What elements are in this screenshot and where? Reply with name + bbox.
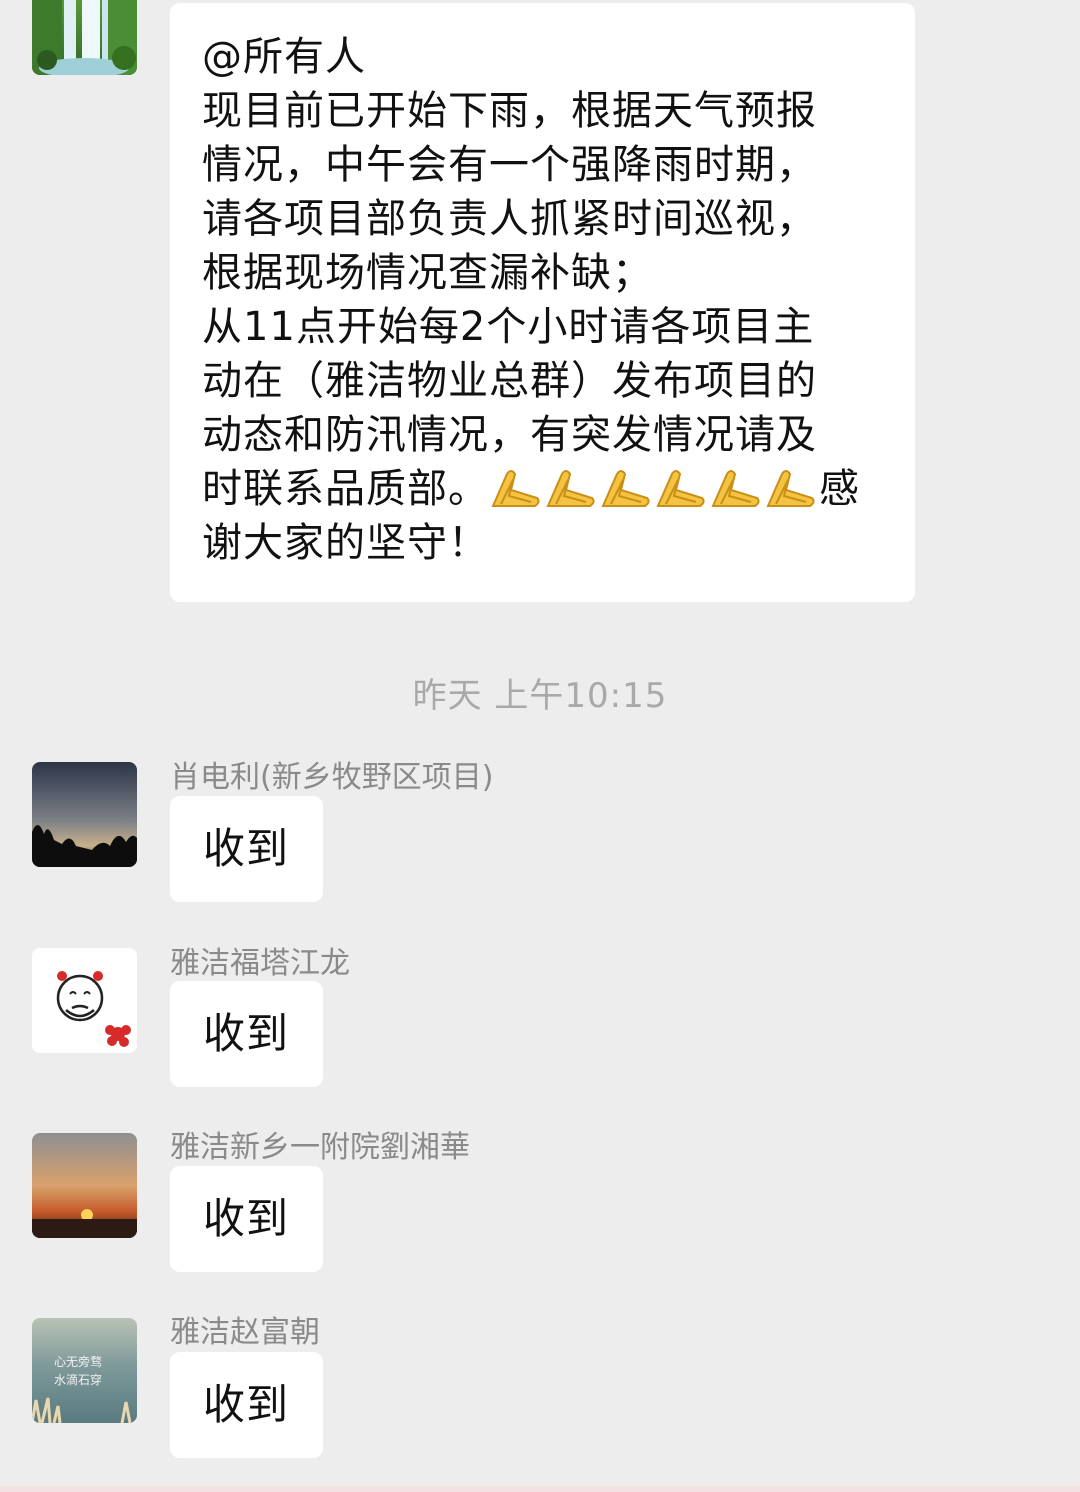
bottom-edge	[0, 1486, 1080, 1492]
message-line: 动在（雅洁物业总群）发布项目的	[202, 358, 817, 404]
message-text: 时联系品质部。	[202, 466, 489, 512]
sender-name: 雅洁赵富朝	[170, 1315, 320, 1350]
folded-hands-icon	[599, 466, 652, 510]
sender-avatar-3[interactable]	[32, 1133, 137, 1238]
message-line: 请各项目部负责人抓紧时间巡视，	[202, 196, 817, 242]
folded-hands-icon	[654, 466, 707, 510]
reply-bubble[interactable]: 收到	[170, 1166, 323, 1272]
folded-hands-icon	[489, 466, 542, 510]
waterfall-icon	[32, 0, 137, 75]
message-text: 感	[819, 466, 860, 512]
message-line: 根据现场情况查漏补缺；	[202, 250, 653, 296]
sea-text-icon: 心无旁骛 水滴石穿	[32, 1318, 137, 1423]
folded-hands-icon	[709, 466, 762, 510]
message-line: 谢大家的坚守！	[202, 520, 489, 566]
reply-bubble[interactable]: 收到	[170, 981, 323, 1087]
sender-name: 雅洁新乡一附院劉湘華	[170, 1130, 470, 1165]
sender-avatar-waterfall[interactable]	[32, 0, 137, 75]
message-line-with-emoji: 时联系品质部。 感	[202, 462, 883, 516]
message-line: @所有人	[202, 34, 366, 80]
reply-bubble[interactable]: 收到	[170, 796, 323, 902]
reply-bubble[interactable]: 收到	[170, 1352, 323, 1458]
sender-avatar-4[interactable]: 心无旁骛 水滴石穿	[32, 1318, 137, 1423]
message-line: 动态和防汛情况，有突发情况请及	[202, 412, 817, 458]
sender-avatar-2[interactable]	[32, 948, 137, 1053]
message-line: 从11点开始每2个小时请各项目主	[202, 304, 815, 350]
sender-name: 雅洁福塔江龙	[170, 946, 350, 981]
sunset-trees-icon	[32, 762, 137, 867]
cartoon-face-icon	[32, 948, 137, 1053]
message-line: 情况，中午会有一个强降雨时期，	[202, 142, 817, 188]
folded-hands-icon	[764, 466, 817, 510]
avatar-text: 水滴石穿	[54, 1372, 102, 1387]
folded-hands-icon	[544, 466, 597, 510]
message-bubble-announcement[interactable]: @所有人 现目前已开始下雨，根据天气预报 情况，中午会有一个强降雨时期， 请各项…	[170, 3, 915, 602]
sender-name: 肖电利(新乡牧野区项目)	[170, 760, 494, 795]
message-line: 现目前已开始下雨，根据天气预报	[202, 88, 817, 134]
timestamp-divider: 昨天 上午10:15	[412, 676, 668, 716]
avatar-text: 心无旁骛	[54, 1354, 102, 1369]
sender-avatar-1[interactable]	[32, 762, 137, 867]
sunset-icon	[32, 1133, 137, 1238]
